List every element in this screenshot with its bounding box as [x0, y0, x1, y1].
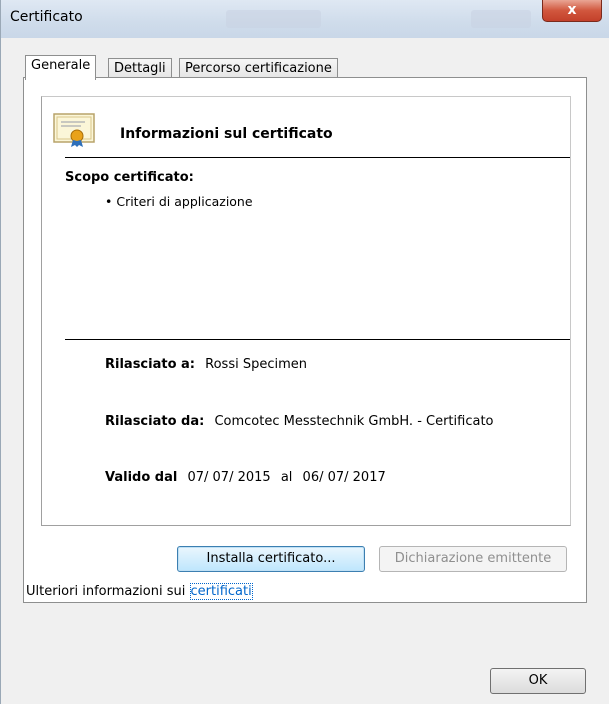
issued-by-value: Comcotec Messtechnik GmbH. - Certificato: [214, 414, 494, 429]
certificate-info-heading: Informazioni sul certificato: [120, 126, 333, 142]
close-icon: x: [567, 2, 577, 18]
scope-title: Scopo certificato:: [65, 170, 194, 185]
more-info: Ulteriori informazioni sui certificati: [26, 583, 253, 600]
tab-label: Generale: [31, 58, 91, 73]
valid-to-value: 06/ 07/ 2017: [302, 470, 386, 485]
issued-by-row: Rilasciato da: Comcotec Messtechnik GmbH…: [105, 414, 494, 429]
ok-button[interactable]: OK: [490, 668, 586, 694]
certificate-icon: [53, 113, 95, 147]
issued-to-label: Rilasciato a:: [105, 357, 196, 372]
issued-by-label: Rilasciato da:: [105, 414, 205, 429]
issued-to-value: Rossi Specimen: [205, 357, 308, 372]
issuer-statement-button[interactable]: Dichiarazione emittente: [379, 546, 567, 572]
titlebar-background-artifact: [471, 10, 531, 28]
close-button[interactable]: x: [542, 0, 602, 22]
valid-from-value: 07/ 07/ 2015: [187, 470, 271, 485]
install-certificate-button[interactable]: Installa certificato...: [177, 546, 365, 572]
certificate-info-box: [41, 96, 571, 526]
validity-row: Valido dal 07/ 07/ 2015 al 06/ 07/ 2017: [105, 470, 386, 485]
window-title: Certificato: [10, 9, 83, 25]
more-info-text: Ulteriori informazioni sui: [26, 584, 186, 599]
certificate-dialog: Certificato x Generale Dettagli Percorso…: [0, 0, 609, 704]
divider: [65, 339, 570, 340]
title-bar[interactable]: Certificato x: [1, 0, 609, 38]
tab-generale[interactable]: Generale: [25, 55, 97, 80]
tab-label: Dettagli: [114, 61, 166, 76]
issued-to-row: Rilasciato a: Rossi Specimen: [105, 357, 307, 372]
divider: [65, 157, 570, 158]
valid-from-label: Valido dal: [105, 470, 178, 485]
titlebar-background-artifact: [226, 10, 321, 28]
certificates-link[interactable]: certificati: [189, 583, 253, 600]
scope-item: • Criteri di applicazione: [105, 194, 253, 209]
tab-label: Percorso certificazione: [185, 61, 332, 76]
valid-to-label: al: [280, 470, 293, 485]
